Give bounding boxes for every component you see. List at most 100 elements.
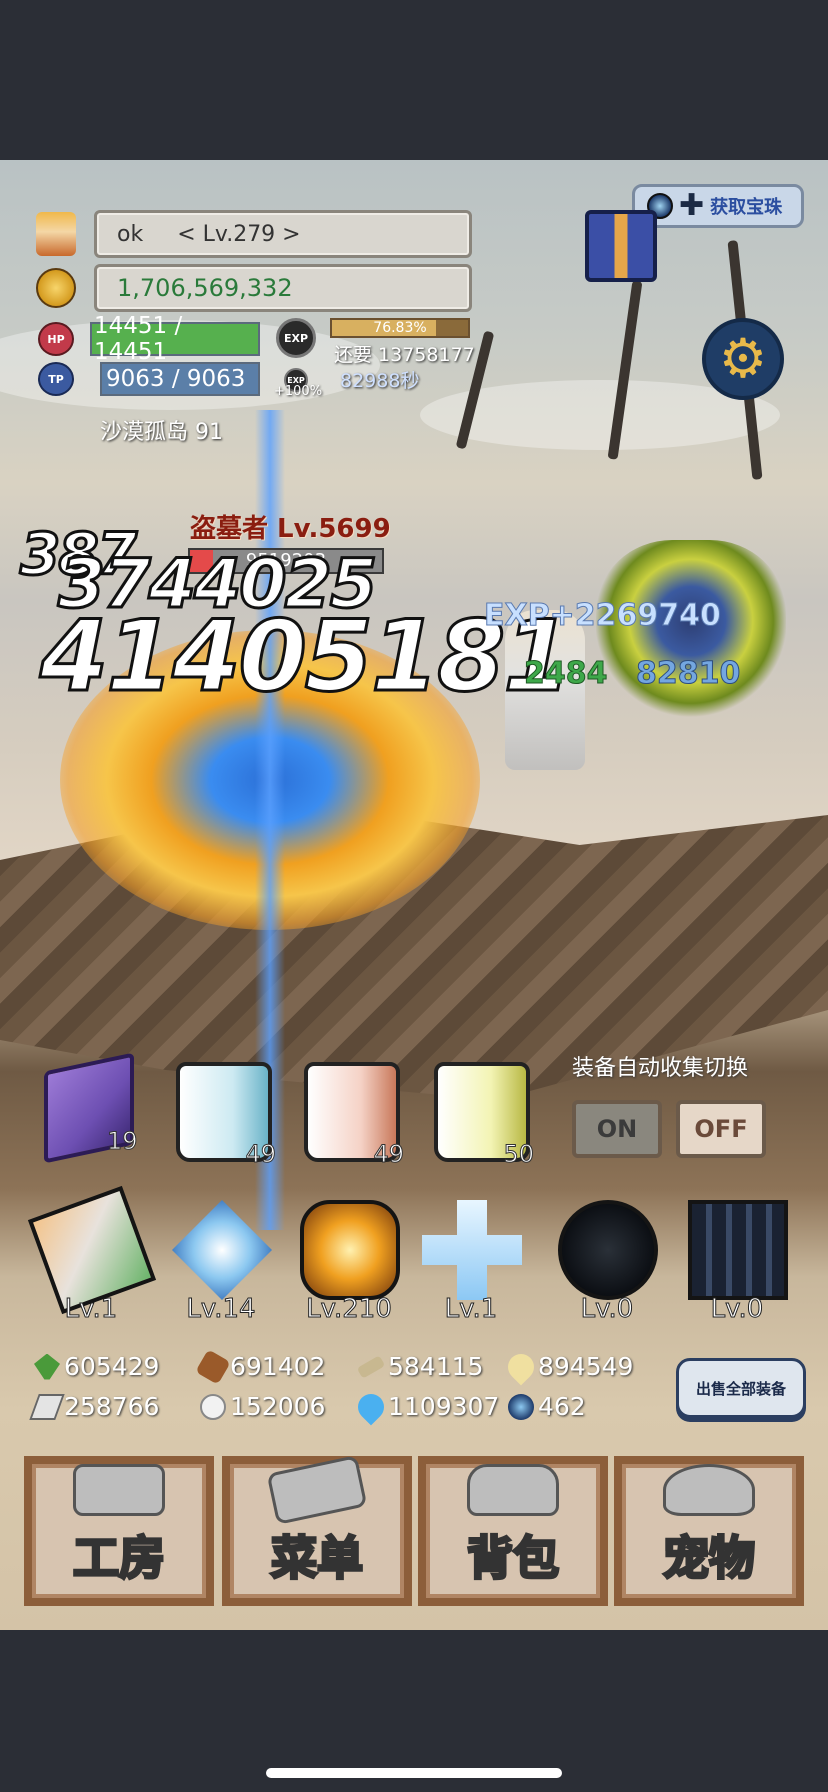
location-name: 沙漠孤岛 91 xyxy=(100,420,223,445)
phone-frame: ok < Lv.279 > 1,706,569,332 HP 14451 / 1… xyxy=(0,0,828,1792)
resource-flame: 1109307 xyxy=(352,1388,500,1425)
item-count: 49 xyxy=(245,1140,277,1169)
gold-bar: 1,706,569,332 xyxy=(94,264,472,312)
menu-pet-button[interactable]: 宠物 xyxy=(614,1456,804,1606)
exp-percent: 76.83% xyxy=(373,320,427,336)
resource-value: 258766 xyxy=(64,1392,160,1421)
resource-value: 605429 xyxy=(64,1352,160,1381)
player-name-bar: ok < Lv.279 > xyxy=(94,210,472,258)
orb-icon xyxy=(508,1393,534,1420)
resource-value: 691402 xyxy=(230,1352,326,1381)
exp-icon: EXP xyxy=(276,318,316,358)
resource-value: 894549 xyxy=(538,1352,634,1381)
gear-icon: ⚙ xyxy=(718,327,768,390)
tp-heart-icon: TP xyxy=(38,362,74,396)
flame-icon xyxy=(352,1388,390,1425)
menu-label: 背包 xyxy=(466,1530,561,1587)
resource-value: 152006 xyxy=(230,1392,326,1421)
exp-progress-bar: 76.83% xyxy=(330,318,470,338)
hp-label: HP xyxy=(47,332,65,346)
equip-slot-fire[interactable]: Lv.210 xyxy=(290,1200,408,1325)
dark-orb-icon xyxy=(558,1200,658,1300)
menu-workshop-button[interactable]: 工房 xyxy=(24,1456,214,1606)
auto-collect-off-button[interactable]: OFF xyxy=(676,1100,766,1158)
resource-value: 1109307 xyxy=(388,1392,500,1421)
gold-amount: 1,706,569,332 xyxy=(117,274,293,302)
exp-boost-value: +100% xyxy=(274,384,323,399)
tp-label: TP xyxy=(48,372,64,386)
item-count: 50 xyxy=(503,1140,535,1169)
hp-value: 14451 / 14451 xyxy=(94,313,183,365)
player-level: < Lv.279 > xyxy=(177,221,301,247)
equip-slot-cross[interactable]: Lv.1 xyxy=(412,1200,530,1325)
resource-iron: 258766 xyxy=(29,1392,160,1421)
wood-icon xyxy=(195,1348,231,1385)
item-count: 49 xyxy=(373,1140,405,1169)
menu-book-icon xyxy=(266,1455,368,1525)
hp-heart-icon: HP xyxy=(38,322,74,356)
shadow-icon xyxy=(688,1200,788,1300)
pet-icon xyxy=(663,1464,755,1516)
equip-level: Lv.1 xyxy=(64,1294,118,1325)
hp-bar: 14451 / 14451 xyxy=(90,313,260,365)
settings-button[interactable]: ⚙ xyxy=(702,318,784,400)
item-red-potion[interactable]: 49 xyxy=(304,1062,404,1169)
backpack-icon xyxy=(467,1464,559,1516)
gold-coin-icon xyxy=(36,268,76,308)
equip-level: Lv.210 xyxy=(306,1294,393,1325)
tp-bar: 9063 / 9063 xyxy=(100,362,260,396)
equip-level: Lv.0 xyxy=(710,1294,764,1325)
player-name: ok xyxy=(117,221,144,247)
cross-icon xyxy=(422,1200,522,1300)
enemy-name: 盗墓者 Lv.5699 xyxy=(190,514,391,544)
stone-icon xyxy=(200,1393,226,1420)
resource-stone: 152006 xyxy=(200,1392,325,1421)
home-indicator[interactable] xyxy=(266,1768,562,1778)
tp-gain-number: 82810 xyxy=(635,656,741,692)
fire-orb-icon xyxy=(300,1200,400,1300)
drop-icon xyxy=(502,1348,540,1385)
plus-icon: ✚ xyxy=(679,188,705,223)
item-count: 19 xyxy=(107,1126,139,1155)
resource-drop: 894549 xyxy=(502,1348,634,1385)
equip-slot-crystal[interactable]: Lv.14 xyxy=(162,1200,280,1325)
bone-icon xyxy=(356,1354,386,1379)
equip-level: Lv.14 xyxy=(186,1294,256,1325)
timer-seconds: 82988秒 xyxy=(340,370,420,392)
resource-value: 462 xyxy=(538,1392,586,1421)
resource-orb: 462 xyxy=(508,1392,586,1421)
get-orb-button[interactable]: ✚ 获取宝珠 xyxy=(632,184,804,228)
menu-menu-button[interactable]: 菜单 xyxy=(222,1455,412,1606)
crystal-icon xyxy=(172,1200,272,1300)
auto-collect-label: 装备自动收集切换 xyxy=(572,1056,749,1081)
item-blue-potion[interactable]: 49 xyxy=(176,1062,276,1169)
iron-icon xyxy=(29,1393,65,1420)
player-avatar[interactable] xyxy=(36,212,76,256)
menu-label: 工房 xyxy=(72,1530,167,1587)
auto-collect-on-button[interactable]: ON xyxy=(572,1100,662,1158)
exp-label: EXP xyxy=(283,331,309,345)
menu-backpack-button[interactable]: 背包 xyxy=(418,1456,608,1606)
exp-gain-text: EXP+2269740 xyxy=(484,598,722,634)
resource-herb: 605429 xyxy=(34,1352,159,1381)
menu-label: 宠物 xyxy=(662,1530,757,1587)
gift-box-icon[interactable] xyxy=(585,210,657,282)
resource-wood: 691402 xyxy=(195,1348,326,1385)
herb-icon xyxy=(34,1353,60,1380)
equip-level: Lv.0 xyxy=(580,1294,634,1325)
heal-number: 2484 xyxy=(524,656,608,692)
item-yellow-potion[interactable]: 50 xyxy=(434,1062,534,1169)
exp-remaining: 还要 13758177 xyxy=(334,344,475,366)
tp-value: 9063 / 9063 xyxy=(106,366,246,392)
resource-bone: 584115 xyxy=(356,1352,484,1381)
equip-slot-shadow[interactable]: Lv.0 xyxy=(678,1200,796,1325)
item-spellbook[interactable]: 19 xyxy=(44,1052,139,1164)
menu-label: 菜单 xyxy=(270,1530,365,1587)
equip-slot-sword[interactable]: Lv.1 xyxy=(27,1185,157,1325)
equip-slot-dark-orb[interactable]: Lv.0 xyxy=(548,1200,666,1325)
equip-level: Lv.1 xyxy=(444,1294,498,1325)
sell-all-equipment-button[interactable]: 出售全部装备 xyxy=(676,1358,806,1418)
workshop-icon xyxy=(73,1464,165,1516)
resource-value: 584115 xyxy=(388,1352,484,1381)
get-orb-label: 获取宝珠 xyxy=(710,197,783,218)
